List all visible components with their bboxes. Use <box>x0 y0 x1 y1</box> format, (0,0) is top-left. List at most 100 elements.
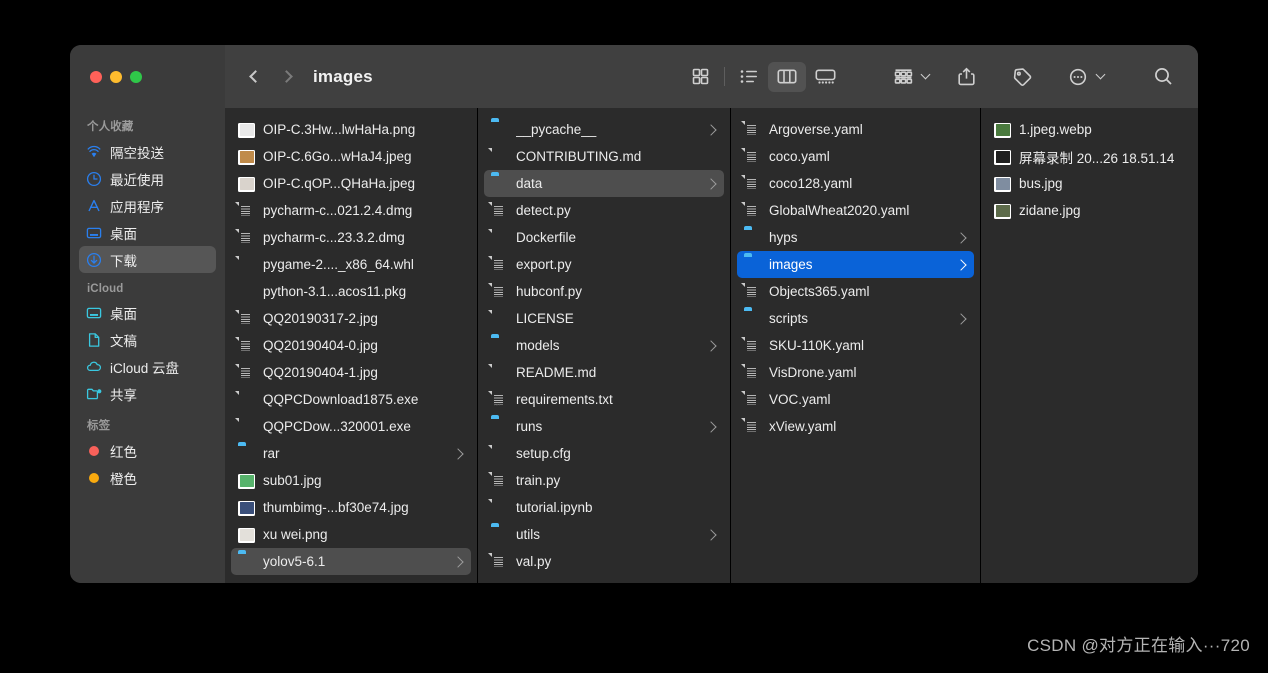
list-view-button[interactable] <box>730 62 768 92</box>
file-row[interactable]: export.py <box>484 251 724 278</box>
group-by-button[interactable] <box>884 62 922 92</box>
file-row-label: Dockerfile <box>516 230 577 245</box>
finder-column-data[interactable]: Argoverse.yaml coco.yaml coco128.yaml Globa… <box>731 108 981 583</box>
close-button[interactable] <box>90 70 102 83</box>
file-row-label: LICENSE <box>516 311 574 326</box>
file-row[interactable]: zidane.jpg <box>987 197 1198 224</box>
file-row[interactable]: train.py <box>484 467 724 494</box>
file-row[interactable]: QQ20190317-2.jpg <box>231 305 471 332</box>
document-icon <box>744 391 761 409</box>
gallery-view-button[interactable] <box>806 62 844 92</box>
file-row[interactable]: README.md <box>484 359 724 386</box>
gallery-view-icon <box>814 69 835 84</box>
file-row[interactable]: bus.jpg <box>987 170 1198 197</box>
file-row[interactable]: OIP-C.6Go...wHaJ4.jpeg <box>231 143 471 170</box>
file-row-label: pycharm-c...021.2.4.dmg <box>263 203 413 218</box>
icon-view-button[interactable] <box>681 62 719 92</box>
file-row-label: models <box>516 338 560 353</box>
navigation-arrows <box>243 64 299 90</box>
column-view-button[interactable] <box>768 61 806 92</box>
file-row[interactable]: Dockerfile <box>484 224 724 251</box>
file-row[interactable]: OIP-C.qOP...QHaHa.jpeg <box>231 170 471 197</box>
file-row[interactable]: xu wei.png <box>231 521 471 548</box>
sidebar-item-tag-red[interactable]: 红色 <box>79 437 216 464</box>
finder-column-images[interactable]: 1.jpeg.webp 屏幕录制 20...26 18.51.14 bus.jpg z… <box>981 108 1198 583</box>
group-by-chevron-down-icon[interactable] <box>920 69 931 80</box>
file-row[interactable]: QQ20190404-0.jpg <box>231 332 471 359</box>
share-button[interactable] <box>947 62 985 92</box>
file-row[interactable]: __pycache__ <box>484 116 724 143</box>
search-button[interactable] <box>1144 62 1182 92</box>
file-row[interactable]: tutorial.ipynb <box>484 494 724 521</box>
file-row[interactable]: xView.yaml <box>737 413 974 440</box>
sidebar-item-desktop[interactable]: 桌面 <box>79 219 216 246</box>
file-row[interactable]: runs <box>484 413 724 440</box>
tag-button[interactable] <box>1003 62 1041 92</box>
file-row-label: val.py <box>516 554 552 569</box>
more-actions-button[interactable] <box>1059 62 1097 92</box>
file-row[interactable]: LICENSE <box>484 305 724 332</box>
more-actions-chevron-down-icon[interactable] <box>1095 69 1106 80</box>
file-row[interactable]: QQ20190404-1.jpg <box>231 359 471 386</box>
file-row[interactable]: yolov5-6.1 <box>231 548 471 575</box>
file-row[interactable]: VisDrone.yaml <box>737 359 974 386</box>
sidebar-item-applications[interactable]: 应用程序 <box>79 192 216 219</box>
document-icon <box>491 472 508 490</box>
file-row[interactable]: thumbimg-...bf30e74.jpg <box>231 494 471 521</box>
sidebar-item-icloud-drive[interactable]: iCloud 云盘 <box>79 353 216 380</box>
maximize-button[interactable] <box>130 70 142 83</box>
file-row[interactable]: coco128.yaml <box>737 170 974 197</box>
file-row[interactable]: rar <box>231 440 471 467</box>
document-icon <box>238 418 255 436</box>
sidebar-item-tag-orange[interactable]: 橙色 <box>79 464 216 491</box>
file-row[interactable]: utils <box>484 521 724 548</box>
file-row[interactable]: models <box>484 332 724 359</box>
sidebar-item-documents[interactable]: 文稿 <box>79 326 216 353</box>
file-row-label: zidane.jpg <box>1019 203 1081 218</box>
file-row[interactable]: pycharm-c...23.3.2.dmg <box>231 224 471 251</box>
file-row[interactable]: setup.cfg <box>484 440 724 467</box>
file-row[interactable]: val.py <box>484 548 724 575</box>
file-row[interactable]: CONTRIBUTING.md <box>484 143 724 170</box>
file-row[interactable]: scripts <box>737 305 974 332</box>
file-row[interactable]: python-3.1...acos11.pkg <box>231 278 471 305</box>
file-row[interactable]: Argoverse.yaml <box>737 116 974 143</box>
forward-button[interactable] <box>277 64 299 90</box>
file-row[interactable]: Objects365.yaml <box>737 278 974 305</box>
file-row[interactable]: data <box>484 170 724 197</box>
image-thumbnail-icon <box>238 472 255 490</box>
sidebar-item-downloads[interactable]: 下载 <box>79 246 216 273</box>
file-row[interactable]: 屏幕录制 20...26 18.51.14 <box>987 143 1198 170</box>
minimize-button[interactable] <box>110 70 122 83</box>
file-row[interactable]: hyps <box>737 224 974 251</box>
downloads-icon <box>85 251 102 268</box>
back-button[interactable] <box>243 64 265 90</box>
file-row-label: QQ20190404-1.jpg <box>263 365 378 380</box>
sidebar-item-label: 应用程序 <box>110 199 164 215</box>
finder-column-yolov5[interactable]: __pycache__ CONTRIBUTING.md data detect.py D… <box>478 108 731 583</box>
file-row[interactable]: GlobalWheat2020.yaml <box>737 197 974 224</box>
file-row[interactable]: QQPCDownload1875.exe <box>231 386 471 413</box>
document-icon <box>238 256 255 274</box>
file-row[interactable]: images <box>737 251 974 278</box>
file-row[interactable]: hubconf.py <box>484 278 724 305</box>
sidebar-item-label: 共享 <box>110 387 137 403</box>
finder-window: images 个人收藏 隔空投送 最近使用 应用程序 桌面 下载 iCloud … <box>70 45 1198 583</box>
file-row[interactable]: pygame-2...._x86_64.whl <box>231 251 471 278</box>
finder-column-downloads[interactable]: OIP-C.3Hw...lwHaHa.png OIP-C.6Go...wHaJ4.… <box>225 108 478 583</box>
file-row[interactable]: 1.jpeg.webp <box>987 116 1198 143</box>
file-row[interactable]: sub01.jpg <box>231 467 471 494</box>
file-row[interactable]: TXT requirements.txt <box>484 386 724 413</box>
file-row[interactable]: coco.yaml <box>737 143 974 170</box>
finder-sidebar[interactable]: 个人收藏 隔空投送 最近使用 应用程序 桌面 下载 iCloud 桌面 文稿 i… <box>70 108 225 583</box>
sidebar-item-shared[interactable]: 共享 <box>79 380 216 407</box>
file-row[interactable]: detect.py <box>484 197 724 224</box>
sidebar-item-recents[interactable]: 最近使用 <box>79 165 216 192</box>
file-row[interactable]: QQPCDow...320001.exe <box>231 413 471 440</box>
file-row[interactable]: OIP-C.3Hw...lwHaHa.png <box>231 116 471 143</box>
sidebar-item-airdrop[interactable]: 隔空投送 <box>79 138 216 165</box>
sidebar-item-icloud-desktop[interactable]: 桌面 <box>79 299 216 326</box>
file-row[interactable]: VOC.yaml <box>737 386 974 413</box>
file-row[interactable]: SKU-110K.yaml <box>737 332 974 359</box>
file-row[interactable]: pycharm-c...021.2.4.dmg <box>231 197 471 224</box>
